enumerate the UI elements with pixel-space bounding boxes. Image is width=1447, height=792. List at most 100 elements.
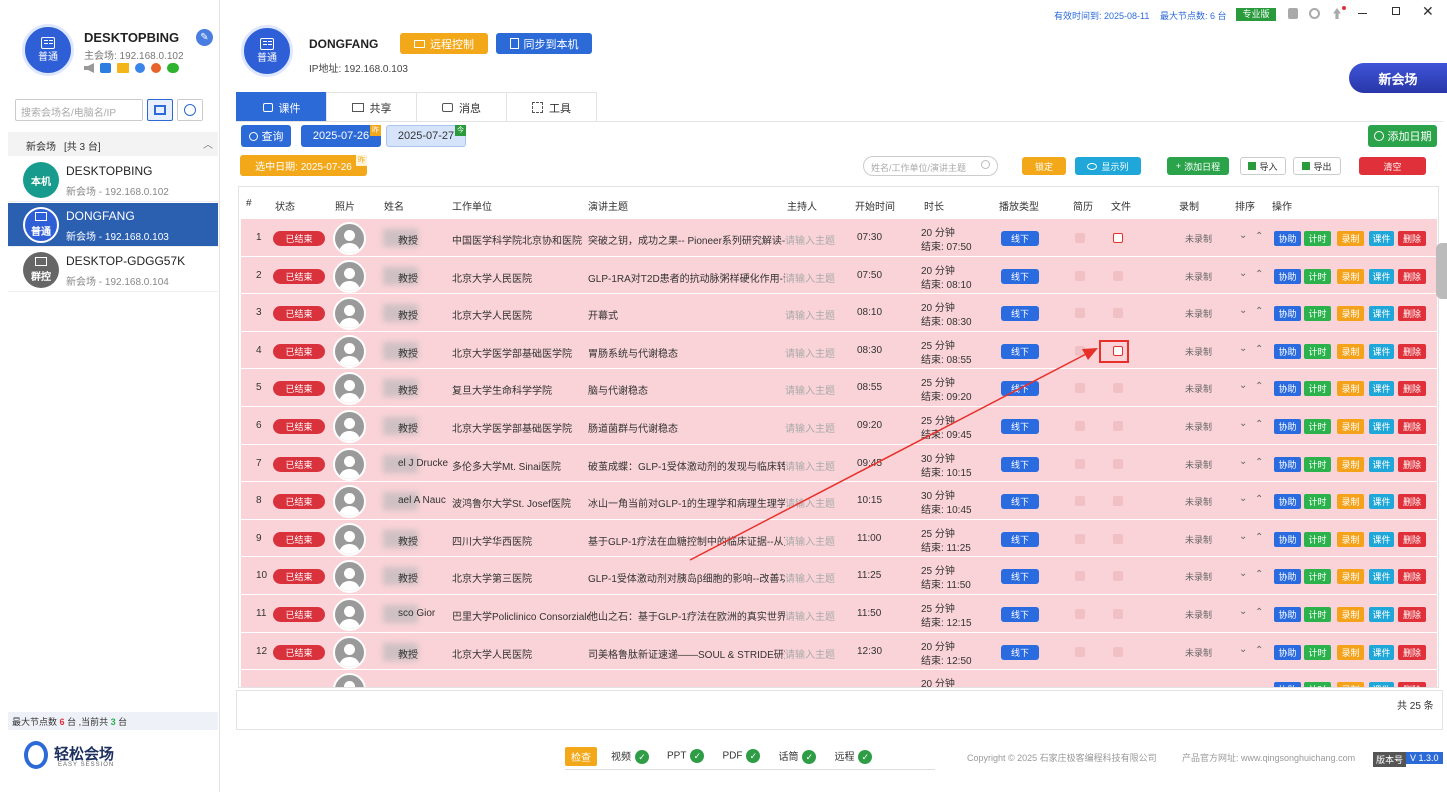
add-date-button[interactable]: 添加日期	[1368, 125, 1437, 147]
device-search-input[interactable]: 搜索会场名/电脑名/IP	[15, 99, 143, 121]
action-courseware-button[interactable]: 课件	[1369, 306, 1394, 322]
file-icon[interactable]	[1113, 609, 1123, 619]
action-record-button[interactable]: 录制	[1337, 456, 1364, 472]
avatar[interactable]	[333, 560, 366, 594]
sync-to-local-button[interactable]: 同步到本机	[496, 33, 592, 54]
action-delete-button[interactable]: 删除	[1398, 607, 1426, 622]
action-timer-button[interactable]: 计时	[1304, 607, 1331, 622]
action-courseware-button[interactable]: 课件	[1369, 419, 1394, 434]
sort-down-icon[interactable]: ⌄	[1239, 456, 1247, 467]
action-timer-button[interactable]: 计时	[1304, 456, 1331, 472]
query-button[interactable]: 查询	[241, 125, 291, 147]
table-row[interactable]: 6 已结束 教授 北京大学医学部基础医学院 肠道菌群与代谢稳态 请输入主题 09:20 25 …	[241, 407, 1437, 445]
action-courseware-button[interactable]: 课件	[1369, 569, 1394, 585]
tab-courseware[interactable]: 课件	[236, 92, 327, 122]
play-type-button[interactable]: 线下	[1001, 381, 1039, 397]
sort-down-icon[interactable]: ⌄	[1239, 568, 1247, 579]
sort-up-icon[interactable]: ⌃	[1255, 269, 1263, 280]
avatar[interactable]	[333, 673, 366, 687]
action-record-button[interactable]: 录制	[1337, 381, 1364, 397]
device-item-dongfang[interactable]: 普通 DONGFANG 新会场 - 192.168.0.103	[8, 203, 218, 247]
avatar[interactable]	[333, 372, 366, 406]
table-row[interactable]: 11 已结束 sco Gior 巴里大学Policlinico Consorziale…	[241, 595, 1437, 633]
remote-control-button[interactable]: 远程控制	[400, 33, 488, 54]
table-row[interactable]: 4 已结束 教授 北京大学医学部基础医学院 胃肠系统与代谢稳态 请输入主题 08:30 25 …	[241, 331, 1437, 370]
play-type-button[interactable]: 线下	[1001, 343, 1039, 359]
action-record-button[interactable]: 录制	[1337, 569, 1364, 585]
file-icon[interactable]	[1113, 383, 1123, 394]
sort-up-icon[interactable]: ⌃	[1255, 494, 1263, 505]
resume-icon[interactable]	[1075, 609, 1085, 619]
host-input[interactable]: 请输入主题	[785, 646, 845, 661]
action-timer-button[interactable]: 计时	[1304, 419, 1331, 434]
play-type-button[interactable]: 线下	[1001, 569, 1039, 585]
sort-up-icon[interactable]: ⌃	[1255, 231, 1263, 242]
play-type-button[interactable]: 线下	[1001, 494, 1039, 510]
settings-icon[interactable]	[1309, 8, 1320, 19]
date-chip-2[interactable]: 2025-07-27	[386, 125, 466, 147]
action-delete-button[interactable]: 删除	[1398, 531, 1426, 547]
check-button[interactable]: 检查	[565, 746, 597, 766]
action-delete-button[interactable]: 删除	[1398, 682, 1426, 687]
action-courseware-button[interactable]: 课件	[1369, 531, 1394, 547]
action-delete-button[interactable]: 删除	[1398, 231, 1426, 246]
play-type-button[interactable]: 线下	[1001, 419, 1039, 434]
side-handle[interactable]	[1436, 243, 1447, 299]
sort-up-icon[interactable]: ⌃	[1255, 306, 1263, 317]
action-courseware-button[interactable]: 课件	[1369, 682, 1394, 687]
host-input[interactable]: 请输入主题	[785, 382, 845, 397]
avatar[interactable]	[333, 222, 366, 255]
action-timer-button[interactable]: 计时	[1304, 531, 1331, 547]
action-delete-button[interactable]: 删除	[1398, 569, 1426, 585]
action-timer-button[interactable]: 计时	[1304, 306, 1331, 322]
action-record-button[interactable]: 录制	[1337, 231, 1364, 246]
action-timer-button[interactable]: 计时	[1304, 343, 1331, 359]
play-type-button[interactable]: 线下	[1001, 644, 1039, 660]
action-courseware-button[interactable]: 课件	[1369, 644, 1394, 660]
action-timer-button[interactable]: 计时	[1304, 682, 1331, 687]
device-item-desktopbing[interactable]: 本机 DESKTOPBING 新会场 - 192.168.0.102	[8, 158, 218, 202]
action-record-button[interactable]: 录制	[1337, 682, 1364, 687]
new-venue-button[interactable]: 新会场	[1349, 63, 1447, 93]
host-input[interactable]: 请输入主题	[785, 533, 845, 548]
table-row[interactable]: 10 已结束 教授 北京大学第三医院 GLP-1受体激动剂对胰岛β细胞的影响--改善功能…	[241, 557, 1437, 595]
action-courseware-button[interactable]: 课件	[1369, 494, 1394, 510]
resume-icon[interactable]	[1075, 533, 1085, 544]
action-delete-button[interactable]: 删除	[1398, 644, 1426, 660]
resume-icon[interactable]	[1075, 646, 1085, 657]
play-type-button[interactable]: 线下	[1001, 456, 1039, 472]
host-input[interactable]: 请输入主题	[785, 458, 845, 473]
sort-up-icon[interactable]: ⌃	[1255, 344, 1263, 355]
resume-icon[interactable]	[1075, 233, 1085, 243]
host-input[interactable]: 请输入主题	[785, 608, 845, 623]
action-assist-button[interactable]: 协助	[1274, 419, 1301, 434]
avatar[interactable]	[333, 447, 366, 481]
table-row[interactable]: 2 已结束 教授 北京大学人民医院 GLP-1RA对T2D患者的抗动脉粥样硬化作用-诺和…	[241, 256, 1437, 295]
table-row[interactable]: 20 分钟 协助计时 录制课件删除	[241, 670, 1437, 687]
export-button[interactable]: 导出	[1293, 157, 1341, 175]
action-assist-button[interactable]: 协助	[1274, 456, 1301, 472]
sort-down-icon[interactable]: ⌄	[1239, 343, 1247, 354]
action-assist-button[interactable]: 协助	[1274, 231, 1301, 246]
file-icon[interactable]	[1113, 421, 1123, 431]
sort-down-icon[interactable]: ⌄	[1239, 644, 1247, 655]
sort-down-icon[interactable]: ⌄	[1239, 418, 1247, 429]
action-courseware-button[interactable]: 课件	[1369, 343, 1394, 359]
action-assist-button[interactable]: 协助	[1274, 569, 1301, 585]
action-delete-button[interactable]: 删除	[1398, 456, 1426, 472]
file-icon[interactable]	[1113, 533, 1123, 544]
file-icon[interactable]	[1113, 345, 1123, 356]
file-icon[interactable]	[1113, 308, 1123, 319]
action-record-button[interactable]: 录制	[1337, 343, 1364, 359]
action-assist-button[interactable]: 协助	[1274, 682, 1301, 687]
host-input[interactable]: 请输入主题	[785, 270, 845, 285]
action-timer-button[interactable]: 计时	[1304, 381, 1331, 397]
avatar[interactable]	[333, 522, 366, 556]
help-icon[interactable]	[1288, 8, 1298, 19]
sort-down-icon[interactable]: ⌄	[1239, 305, 1247, 316]
resume-icon[interactable]	[1075, 270, 1085, 281]
action-courseware-button[interactable]: 课件	[1369, 231, 1394, 246]
row-search-input[interactable]: 姓名/工作单位/演讲主题	[863, 156, 998, 176]
sort-up-icon[interactable]: ⌃	[1255, 419, 1263, 430]
sort-down-icon[interactable]: ⌄	[1239, 230, 1247, 241]
